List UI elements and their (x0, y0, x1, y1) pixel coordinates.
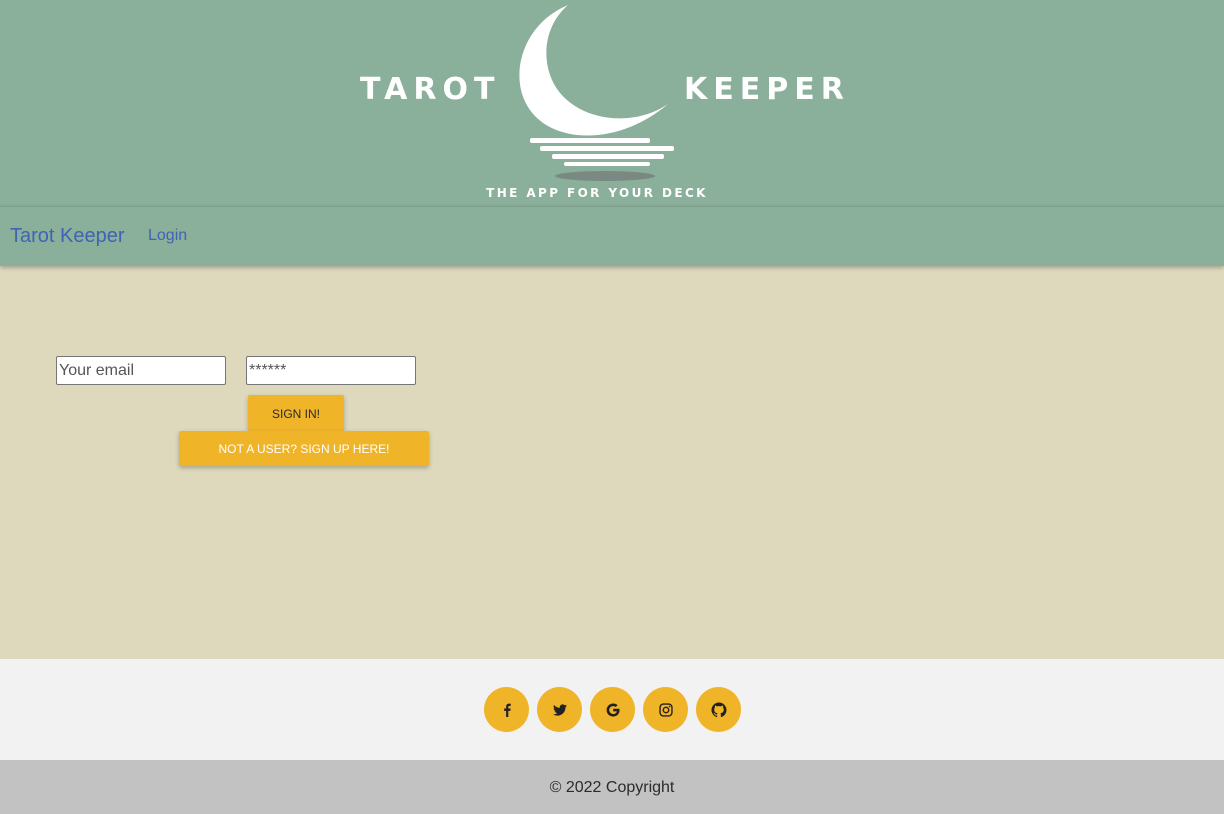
social-links-bar (0, 659, 1224, 760)
twitter-button[interactable] (537, 687, 582, 732)
logo-tagline: THE APP FOR YOUR DECK (486, 186, 708, 200)
facebook-button[interactable] (484, 687, 529, 732)
banner: TAROT KEEPER THE APP FOR YOUR DECK (0, 0, 1224, 206)
google-icon (606, 702, 620, 717)
password-input[interactable] (246, 356, 416, 385)
logo-word-tarot: TAROT (360, 72, 501, 107)
instagram-icon (658, 702, 673, 717)
google-button[interactable] (590, 687, 635, 732)
instagram-button[interactable] (643, 687, 688, 732)
sign-up-button[interactable]: Not a user? Sign up here! (179, 431, 429, 466)
github-button[interactable] (696, 687, 741, 732)
facebook-icon (503, 703, 511, 717)
navbar-brand-link[interactable]: Tarot Keeper (10, 225, 125, 248)
moon-logo-icon (519, 5, 674, 181)
github-icon (711, 702, 726, 717)
email-input[interactable] (56, 356, 226, 385)
copyright-text: © 2022 Copyright (549, 779, 675, 796)
main-content: Sign In! Not a user? Sign up here! (0, 266, 1224, 659)
logo-word-keeper: KEEPER (684, 72, 850, 107)
navbar: Tarot Keeper Login (0, 206, 1224, 266)
copyright-bar: © 2022 Copyright (0, 760, 1224, 814)
sign-in-button[interactable]: Sign In! (248, 395, 344, 431)
twitter-icon (552, 703, 567, 716)
login-link[interactable]: Login (148, 227, 187, 245)
